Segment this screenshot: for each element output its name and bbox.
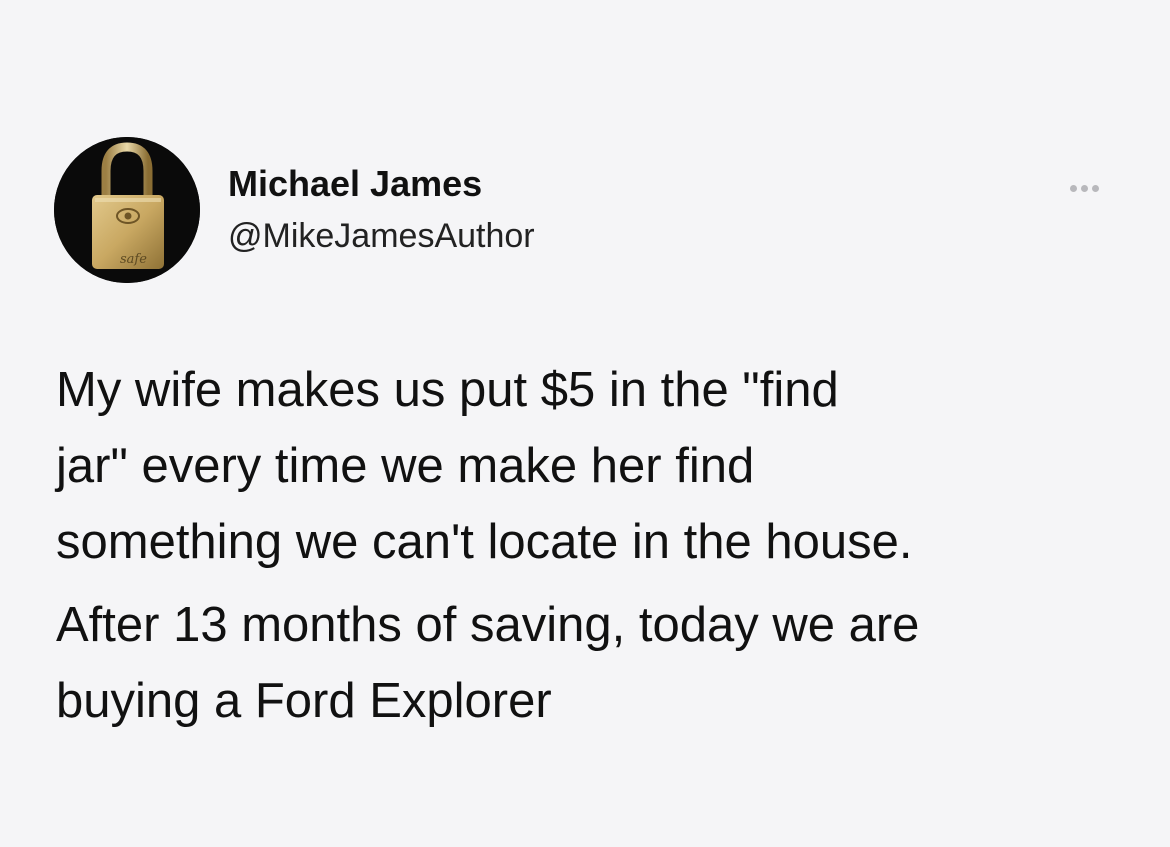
more-options-icon xyxy=(1069,184,1077,192)
more-options-button[interactable] xyxy=(1056,176,1112,200)
avatar[interactable]: safe xyxy=(54,137,200,283)
tweet-paragraph: My wife makes us put $5 in the "find jar… xyxy=(56,363,913,569)
tweet-card: safe Michael James @MikeJamesAuthor My w… xyxy=(0,0,1170,847)
tweet-text: My wife makes us put $5 in the "find jar… xyxy=(56,352,1136,739)
more-options-icon-dot xyxy=(1080,184,1088,192)
svg-text:safe: safe xyxy=(120,252,147,267)
author-handle[interactable]: @MikeJamesAuthor xyxy=(228,215,535,257)
more-options-icon-dot xyxy=(1091,184,1099,192)
author-display-name[interactable]: Michael James xyxy=(228,163,535,205)
padlock-icon: safe xyxy=(54,137,200,283)
tweet-paragraph: After 13 months of saving, today we are … xyxy=(56,598,920,728)
tweet-header: Michael James @MikeJamesAuthor xyxy=(228,163,535,257)
